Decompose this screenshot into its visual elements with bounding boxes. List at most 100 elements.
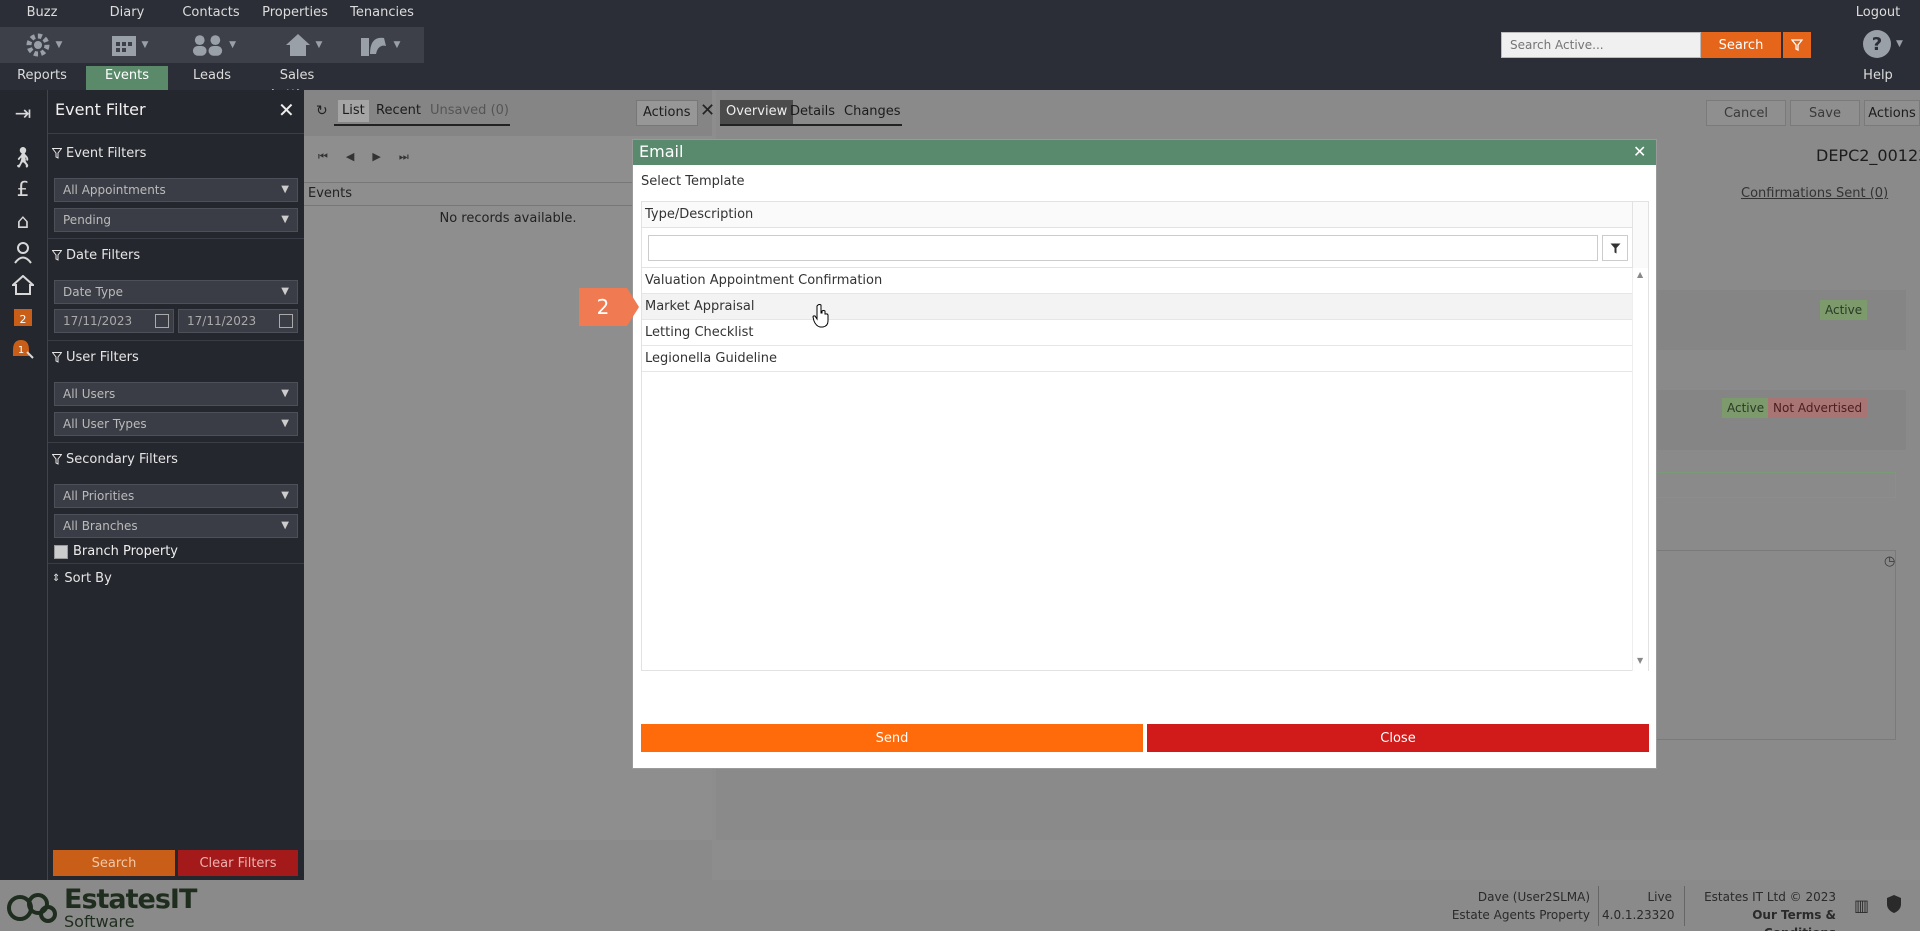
filter-icon[interactable] xyxy=(1783,32,1811,58)
template-row[interactable]: Letting Checklist xyxy=(642,320,1632,346)
nav-reports[interactable]: Reports xyxy=(10,66,74,90)
priorities-select[interactable]: All Priorities ▼ xyxy=(54,484,298,508)
help-icon[interactable]: ? ▼ xyxy=(1862,28,1908,60)
save-button[interactable]: Save xyxy=(1790,100,1860,126)
tab-underline xyxy=(720,124,902,126)
tab-unsaved[interactable]: Unsaved (0) xyxy=(426,100,513,122)
tab-list[interactable]: List xyxy=(338,100,369,122)
detail-actions-button[interactable]: Actions xyxy=(1864,100,1920,126)
calendar-icon xyxy=(155,314,169,328)
event-filter-panel: Event Filter ✕ Event Filters All Appoint… xyxy=(48,90,304,880)
user-types-select[interactable]: All User Types ▼ xyxy=(54,412,298,436)
pager[interactable]: ⏮◀▶⏭ xyxy=(318,150,427,164)
divider xyxy=(1598,886,1599,926)
advert-badge: Not Advertised xyxy=(1768,398,1868,418)
user-filters-heading: User Filters xyxy=(52,350,139,365)
secondary-filters-heading: Secondary Filters xyxy=(52,452,178,467)
calendar-icon xyxy=(279,314,293,328)
confirmations-link[interactable]: Confirmations Sent (0) xyxy=(1741,186,1888,201)
template-grid: Type/Description Valuation Appointment C… xyxy=(641,201,1649,671)
template-filter-input[interactable] xyxy=(648,235,1598,261)
gear-icon[interactable]: ▼ xyxy=(20,30,66,60)
filter-icon[interactable] xyxy=(1602,235,1628,261)
walking-icon[interactable]: 🚶︎ xyxy=(10,144,36,170)
template-row[interactable]: Market Appraisal xyxy=(642,294,1632,320)
home-icon[interactable] xyxy=(10,272,36,298)
date-from-input[interactable]: 17/11/2023 xyxy=(54,309,174,333)
nav-leads[interactable]: Leads xyxy=(176,66,248,90)
nav-properties[interactable]: Properties xyxy=(258,5,332,20)
logout-link[interactable]: Logout xyxy=(1848,5,1908,20)
close-icon[interactable]: ✕ xyxy=(1633,142,1646,161)
sort-by-heading[interactable]: ⇕ Sort By xyxy=(52,571,112,586)
date-type-select[interactable]: Date Type ▼ xyxy=(54,280,298,304)
branch-property-checkbox[interactable]: Branch Property xyxy=(54,544,178,559)
shield-icon[interactable] xyxy=(1886,894,1902,918)
grid-scrollbar[interactable]: ▲ ▼ xyxy=(1632,268,1648,671)
tab-details[interactable]: Details xyxy=(784,100,841,124)
filter-icon xyxy=(52,250,62,261)
diary-badge-icon[interactable]: 2 xyxy=(10,304,36,330)
branches-select[interactable]: All Branches ▼ xyxy=(54,514,298,538)
close-button[interactable]: Close xyxy=(1147,724,1649,752)
top-navigation: Buzz Diary Contacts Properties Tenancies… xyxy=(0,0,1920,103)
scroll-down-icon: ▼ xyxy=(1637,656,1644,665)
users-select[interactable]: All Users ▼ xyxy=(54,382,298,406)
svg-text:2: 2 xyxy=(20,313,27,326)
refresh-icon[interactable]: ↻ xyxy=(316,103,328,119)
tab-changes[interactable]: Changes xyxy=(838,100,907,124)
nav-sales-lettings[interactable]: Sales Lettings xyxy=(252,66,342,103)
search-input[interactable] xyxy=(1501,32,1701,58)
close-icon[interactable]: ✕ xyxy=(278,98,295,122)
filter-icon xyxy=(52,454,62,465)
help-link[interactable]: Help xyxy=(1848,66,1908,90)
status-select[interactable]: Pending ▼ xyxy=(54,208,298,232)
legal-info: Estates IT Ltd © 2023 Our Terms & Condit… xyxy=(1690,888,1836,931)
appointments-select[interactable]: All Appointments ▼ xyxy=(54,178,298,202)
template-row[interactable]: Valuation Appointment Confirmation xyxy=(642,268,1632,294)
divider xyxy=(48,563,304,564)
house-icon[interactable]: ▼ xyxy=(280,30,326,60)
footer: EstatesIT Software Dave (User2SLMA) Esta… xyxy=(0,880,1920,931)
tenancy-icon[interactable]: ▼ xyxy=(356,30,402,60)
close-icon[interactable]: ✕ xyxy=(700,100,715,121)
calendar-icon[interactable]: ▼ xyxy=(106,30,152,60)
filter-search-button[interactable]: Search xyxy=(53,850,175,876)
pound-icon[interactable]: £ xyxy=(10,176,36,202)
send-button[interactable]: Send xyxy=(641,724,1143,752)
logo-icon xyxy=(6,888,60,930)
clock-icon[interactable]: ◷ xyxy=(1884,554,1895,569)
tab-recent[interactable]: Recent xyxy=(372,100,425,122)
status-badge: Active xyxy=(1722,398,1770,418)
nav-diary[interactable]: Diary xyxy=(92,5,162,20)
terms-link[interactable]: Our Terms & Conditions xyxy=(1690,906,1836,931)
expand-icon[interactable]: ⇥ xyxy=(10,100,36,126)
person-icon[interactable] xyxy=(10,240,36,266)
nav-events[interactable]: Events xyxy=(86,66,168,90)
building-icon[interactable]: ▥ xyxy=(1854,896,1869,915)
logo-text: EstatesIT xyxy=(64,884,197,915)
checkbox[interactable] xyxy=(54,544,68,559)
filter-title: Event Filter xyxy=(55,100,146,119)
template-row[interactable]: Legionella Guideline xyxy=(642,346,1632,372)
column-header[interactable]: Type/Description xyxy=(642,202,1632,228)
nav-tenancies[interactable]: Tenancies xyxy=(344,5,420,20)
clear-filters-button[interactable]: Clear Filters xyxy=(178,850,298,876)
hand-cursor-icon xyxy=(812,304,830,332)
hand-house-icon[interactable]: ⌂ xyxy=(10,208,36,234)
divider xyxy=(1684,886,1685,926)
search-button[interactable]: Search xyxy=(1701,32,1781,58)
date-to-input[interactable]: 17/11/2023 xyxy=(178,309,298,333)
nav-contacts[interactable]: Contacts xyxy=(176,5,246,20)
people-icon[interactable]: ▼ xyxy=(190,30,236,60)
list-actions-button[interactable]: Actions xyxy=(636,100,698,126)
step-number: 2 xyxy=(579,288,627,326)
nav-buzz[interactable]: Buzz xyxy=(10,5,74,20)
filter-icon xyxy=(52,352,62,363)
dialog-header: Email ✕ xyxy=(633,140,1656,165)
cancel-button[interactable]: Cancel xyxy=(1706,100,1786,126)
alert-badge-icon[interactable]: 1 xyxy=(10,336,36,362)
nav-icon-row: ▼ ▼ ▼ ▼ ▼ xyxy=(0,27,424,63)
sort-icon: ⇕ xyxy=(52,573,61,584)
tab-overview[interactable]: Overview xyxy=(720,100,794,124)
